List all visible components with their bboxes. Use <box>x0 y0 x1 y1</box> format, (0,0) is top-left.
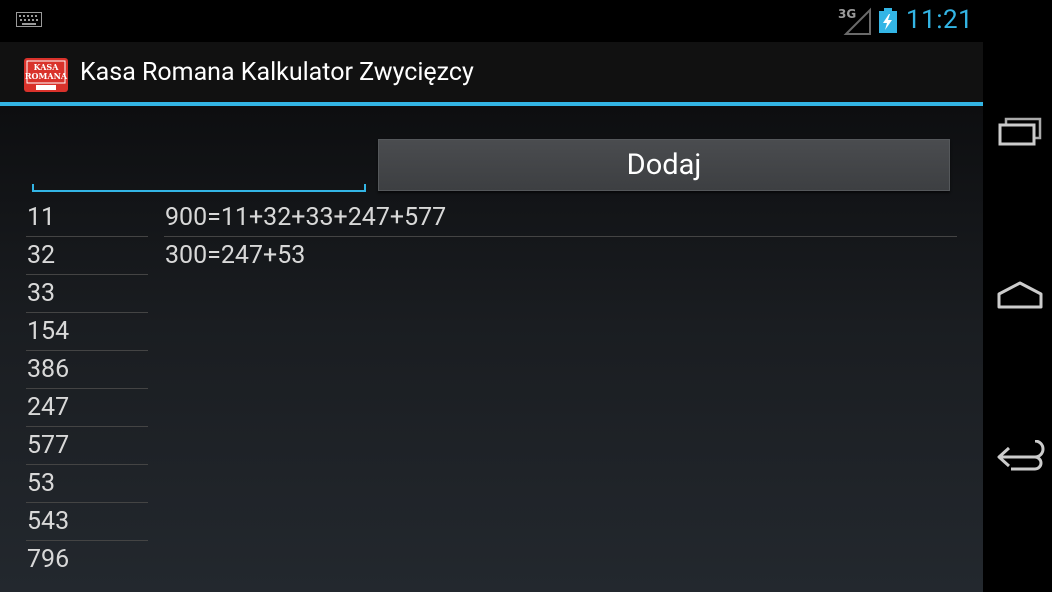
number-list-item[interactable]: 33 <box>26 276 148 313</box>
input-underline <box>32 190 366 192</box>
number-list-item[interactable]: 32 <box>26 238 148 275</box>
network-type: 3G <box>838 7 856 21</box>
navigation-bar <box>983 0 1052 592</box>
number-list-item[interactable]: 11 <box>26 200 148 237</box>
keyboard-icon <box>16 12 42 32</box>
number-input[interactable] <box>32 146 366 192</box>
status-bar: 3G 11:21 <box>0 0 983 42</box>
number-list-item[interactable]: 53 <box>26 466 148 503</box>
app-logo-text-mid: ROMANA <box>25 71 68 81</box>
home-icon[interactable] <box>996 280 1044 314</box>
app-title: Kasa Romana Kalkulator Zwycięzcy <box>80 58 474 87</box>
action-bar: KASA ROMANA Kasa Romana Kalkulator Zwyci… <box>0 42 983 104</box>
number-list-item[interactable]: 386 <box>26 352 148 389</box>
numbers-list: 11 32 33 154 386 247 577 53 543 796 <box>26 200 148 579</box>
back-icon[interactable] <box>995 439 1047 478</box>
number-list-item[interactable]: 796 <box>26 542 148 578</box>
recent-apps-icon[interactable] <box>997 116 1045 150</box>
input-underline-tick-left <box>32 184 34 192</box>
add-button[interactable]: Dodaj <box>378 139 950 191</box>
number-list-item[interactable]: 577 <box>26 428 148 465</box>
signal-icon: 3G <box>838 6 872 40</box>
result-list-item[interactable]: 300=247+53 <box>164 238 957 274</box>
number-list-item[interactable]: 543 <box>26 504 148 541</box>
results-list: 900=11+32+33+247+577 300=247+53 <box>164 200 957 275</box>
result-list-item[interactable]: 900=11+32+33+247+577 <box>164 200 957 237</box>
app-logo-icon[interactable]: KASA ROMANA <box>24 58 68 96</box>
input-underline-tick-right <box>364 184 366 192</box>
main-content: Dodaj 11 32 33 154 386 247 577 53 543 79… <box>0 106 983 592</box>
number-list-item[interactable]: 247 <box>26 390 148 427</box>
clock: 11:21 <box>906 5 974 35</box>
battery-charging-icon <box>878 8 898 38</box>
number-list-item[interactable]: 154 <box>26 314 148 351</box>
